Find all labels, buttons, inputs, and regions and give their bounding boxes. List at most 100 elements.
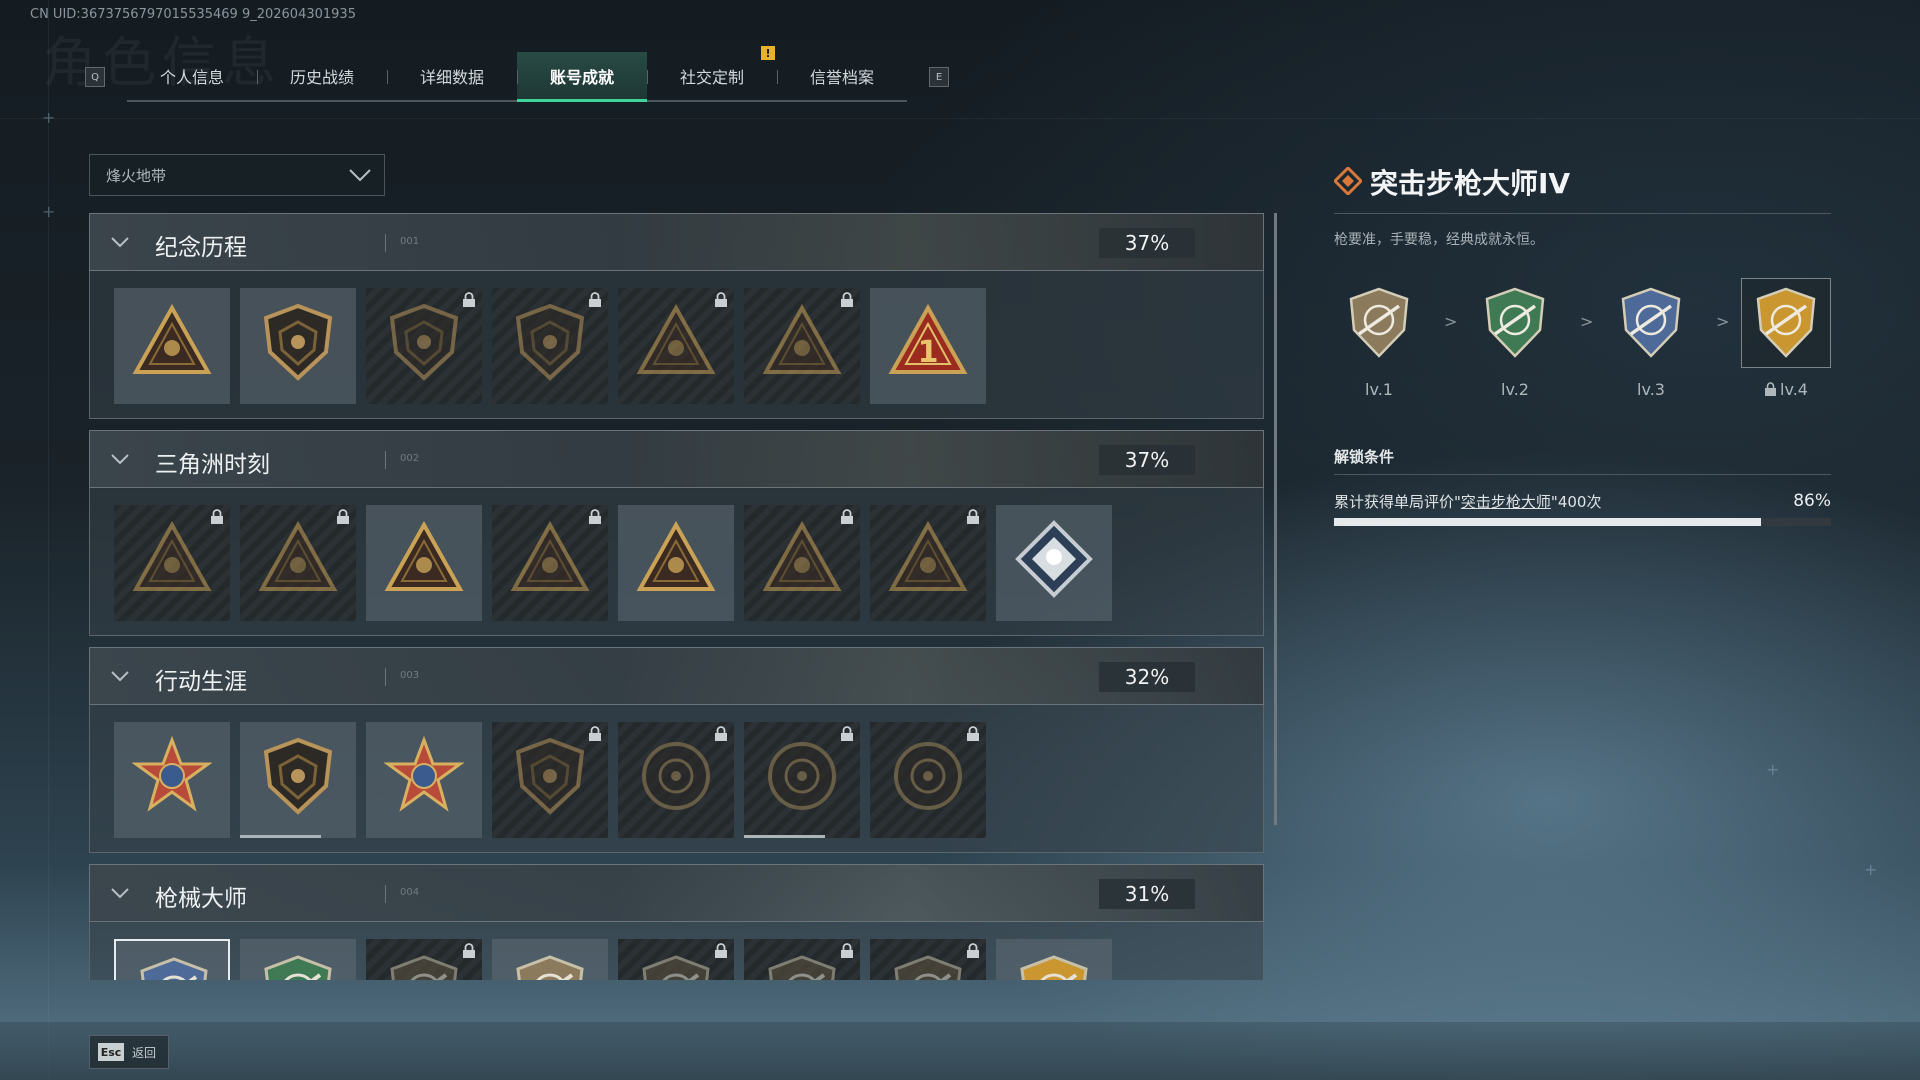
bg-crosshair: + [42, 202, 56, 221]
skull-coin-icon [768, 742, 836, 810]
list-scrollbar[interactable] [1274, 213, 1277, 825]
bg-crosshair: + [42, 108, 56, 127]
level-4[interactable]: lv.4 [1741, 278, 1831, 399]
medal-card[interactable] [366, 939, 482, 980]
chevron-down-icon[interactable] [110, 234, 130, 253]
level-progression: lv.1 > lv.2 > lv.3 > lv.4 [1334, 278, 1831, 408]
medal-card[interactable] [996, 939, 1112, 980]
medal-card[interactable] [114, 939, 230, 980]
medal-card[interactable] [618, 722, 734, 838]
level-label: lv.2 [1501, 380, 1529, 399]
shield-emblem-icon [389, 303, 459, 381]
triangle-hood-icon [636, 303, 716, 374]
lock-icon [462, 292, 476, 312]
chevron-down-icon[interactable] [110, 668, 130, 687]
medal-card[interactable] [618, 939, 734, 980]
tab-prev-key-hint[interactable]: Q [85, 67, 105, 87]
medal-card[interactable] [366, 722, 482, 838]
medal-card[interactable] [366, 288, 482, 404]
medal-card[interactable] [870, 939, 986, 980]
round-emblem-icon [642, 742, 710, 810]
medal-card[interactable] [240, 939, 356, 980]
section-title: 纪念历程 [155, 235, 247, 261]
section-percent: 37% [1099, 445, 1195, 475]
medal-card[interactable] [114, 288, 230, 404]
section-body [89, 705, 1264, 853]
lock-icon [840, 509, 854, 529]
unlock-divider [1334, 474, 1831, 475]
medal-card[interactable] [114, 722, 230, 838]
triangle-soldier-icon [258, 520, 338, 591]
chevron-down-icon[interactable] [110, 885, 130, 904]
lock-icon [966, 943, 980, 963]
medal-card[interactable] [744, 939, 860, 980]
medal-card[interactable] [492, 288, 608, 404]
level-3[interactable]: lv.3 [1606, 278, 1696, 399]
medal-card[interactable] [996, 505, 1112, 621]
medal-card[interactable] [618, 288, 734, 404]
level-2[interactable]: lv.2 [1470, 278, 1560, 399]
medal-card[interactable]: 1 [870, 288, 986, 404]
esc-key-icon: Esc [98, 1043, 124, 1061]
medal-card[interactable] [114, 505, 230, 621]
lock-icon [588, 726, 602, 746]
section-percent: 31% [1099, 879, 1195, 909]
chevron-down-icon [348, 165, 372, 189]
mode-dropdown[interactable]: 烽火地带 [89, 154, 385, 196]
medal-row: 1 [114, 288, 996, 404]
section-header[interactable]: 纪念历程 001 37% [89, 213, 1264, 271]
section-title: 枪械大师 [155, 886, 247, 912]
medal-card[interactable] [240, 288, 356, 404]
title-divider [1334, 213, 1831, 214]
level-arrow: > [1580, 312, 1594, 331]
achievement-description: 枪要准，手要稳，经典成就永恒。 [1334, 232, 1544, 248]
tab-social[interactable]: 社交定制 [647, 52, 777, 100]
level-label: lv.1 [1365, 380, 1393, 399]
medal-card[interactable] [618, 505, 734, 621]
tab-next-key-hint[interactable]: E [929, 67, 949, 87]
tab-history[interactable]: 历史战绩 [257, 52, 387, 100]
chevron-down-icon[interactable] [110, 451, 130, 470]
medal-card[interactable] [492, 505, 608, 621]
achievement-list[interactable]: 纪念历程 001 37% 1 三角洲时刻 002 37% 行动生涯 003 32% 枪械大师 004 3… [89, 213, 1264, 980]
lock-icon [966, 509, 980, 529]
condition-link[interactable]: 突击步枪大师 [1461, 493, 1551, 511]
tab-credit[interactable]: 信誉档案 [777, 52, 907, 100]
section-body [89, 922, 1264, 980]
rifle-crest-lv1-icon [1334, 278, 1424, 368]
triangle-seated-icon [384, 520, 464, 591]
back-button[interactable]: Esc 返回 [89, 1035, 169, 1069]
medal-card[interactable] [366, 505, 482, 621]
achievement-title: 突击步枪大师IV [1370, 167, 1571, 200]
medal-row [114, 939, 1122, 980]
section-divider [385, 451, 386, 469]
section-header[interactable]: 行动生涯 003 32% [89, 647, 1264, 705]
tab-achievements[interactable]: 账号成就 [517, 52, 647, 102]
tab-details[interactable]: 详细数据 [387, 52, 517, 100]
section-header[interactable]: 三角洲时刻 002 37% [89, 430, 1264, 488]
triangle-squad-icon [636, 520, 716, 591]
rifle-crest-lv4-icon [1741, 278, 1831, 368]
level-1[interactable]: lv.1 [1334, 278, 1424, 399]
lock-icon [462, 943, 476, 963]
crossed-swords-icon [762, 303, 842, 374]
level-label: lv.4 [1741, 380, 1831, 399]
medal-card[interactable] [870, 505, 986, 621]
medal-card[interactable] [870, 722, 986, 838]
triangle-emblem-icon [132, 303, 212, 374]
medal-card[interactable] [744, 722, 860, 838]
rifle-crest-green-icon [264, 955, 332, 980]
medal-card[interactable] [744, 288, 860, 404]
medal-card[interactable] [744, 505, 860, 621]
progress-bar [1334, 518, 1831, 526]
medal-card[interactable] [240, 722, 356, 838]
back-label: 返回 [132, 1045, 157, 1060]
medal-card[interactable] [240, 505, 356, 621]
diamond-rose-icon [1015, 520, 1093, 598]
section-header[interactable]: 枪械大师 004 31% [89, 864, 1264, 922]
lock-icon [714, 726, 728, 746]
eye-coin-icon [894, 742, 962, 810]
medal-card[interactable] [492, 722, 608, 838]
medal-card[interactable] [492, 939, 608, 980]
tab-profile[interactable]: 个人信息 [127, 52, 257, 100]
